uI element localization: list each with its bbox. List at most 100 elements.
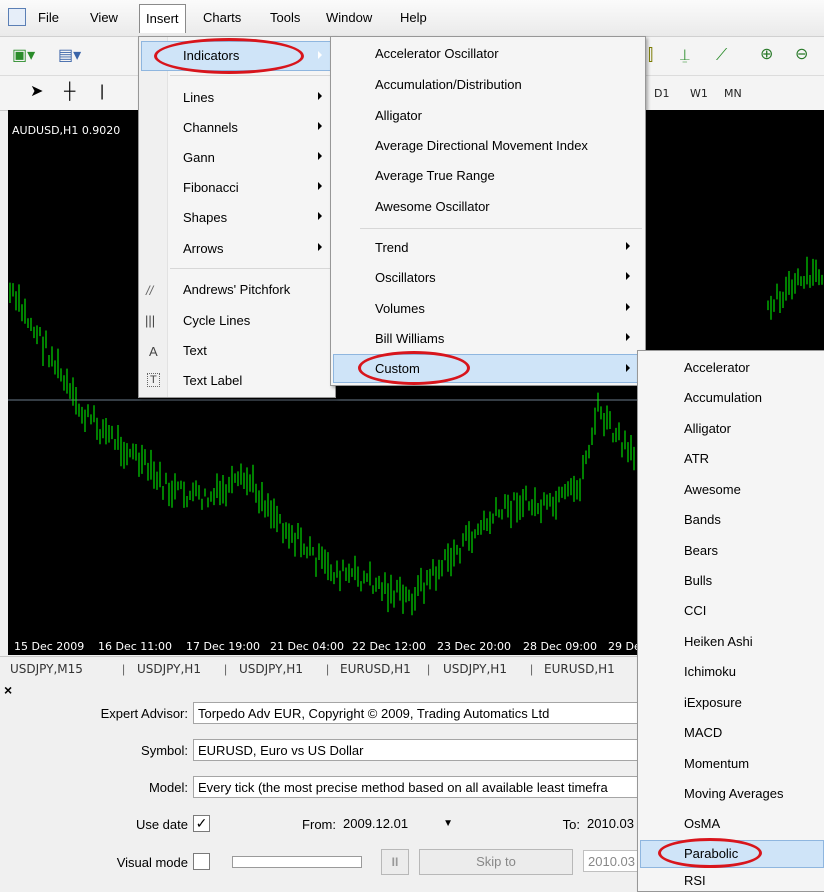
- tab-divider: |: [122, 662, 126, 676]
- menu-item-awesome[interactable]: Awesome: [684, 482, 741, 497]
- menu-item-atr[interactable]: ATR: [684, 451, 709, 466]
- menu-insert[interactable]: Insert: [139, 4, 186, 33]
- menu-item-bands[interactable]: Bands: [684, 512, 721, 527]
- menu-item-accelerator[interactable]: Accelerator: [684, 360, 750, 375]
- pause-button[interactable]: II: [381, 849, 409, 875]
- date-label: 29 De: [608, 640, 641, 653]
- menu-item-bulls[interactable]: Bulls: [684, 573, 712, 588]
- menu-item-volumes[interactable]: Volumes: [375, 301, 425, 316]
- menu-window[interactable]: Window: [326, 10, 372, 25]
- highlight-oval-indicators: [154, 38, 304, 74]
- cursor-icon[interactable]: ➤: [30, 82, 43, 102]
- to-date-picker[interactable]: 2010.03: [583, 813, 639, 835]
- tab-usdjpy-h1[interactable]: USDJPY,H1: [137, 662, 201, 676]
- menu-item-iexposure[interactable]: iExposure: [684, 695, 742, 710]
- skip-to-date-value: 2010.03: [588, 854, 635, 869]
- symbol-select[interactable]: EURUSD, Euro vs US Dollar: [193, 739, 639, 761]
- menu-item-alligator-custom[interactable]: Alligator: [684, 421, 731, 436]
- expert-advisor-select[interactable]: Torpedo Adv EUR, Copyright © 2009, Tradi…: [193, 702, 639, 724]
- menu-item-momentum[interactable]: Momentum: [684, 756, 749, 771]
- menu-item-rsi[interactable]: RSI: [684, 873, 706, 888]
- menu-help[interactable]: Help: [400, 10, 427, 25]
- date-label: 17 Dec 19:00: [186, 640, 260, 653]
- timeframe-d1[interactable]: D1: [654, 87, 669, 100]
- model-select[interactable]: Every tick (the most precise method base…: [193, 776, 639, 798]
- skip-to-date[interactable]: 2010.03: [583, 850, 639, 872]
- menu-item-accumulation-distribution[interactable]: Accumulation/Distribution: [375, 77, 522, 92]
- menu-item-bill-williams[interactable]: Bill Williams: [375, 331, 444, 346]
- symbol-value: EURUSD, Euro vs US Dollar: [198, 743, 364, 758]
- insert-menu: [138, 36, 336, 398]
- menu-item-lines[interactable]: Lines: [183, 90, 214, 105]
- menu-item-alligator[interactable]: Alligator: [375, 108, 422, 123]
- submenu-arrow-icon: [318, 243, 322, 251]
- menu-item-adx[interactable]: Average Directional Movement Index: [375, 138, 588, 153]
- tab-eurusd-h1-2[interactable]: EURUSD,H1: [544, 662, 615, 676]
- menu-item-fibonacci[interactable]: Fibonacci: [183, 180, 239, 195]
- from-date-picker[interactable]: 2009.12.01 ▼: [339, 813, 461, 835]
- use-date-checkbox[interactable]: ✓: [193, 815, 210, 832]
- menu-item-osma[interactable]: OsMA: [684, 816, 720, 831]
- speed-slider[interactable]: [232, 856, 362, 868]
- submenu-arrow-icon: [626, 242, 630, 250]
- menu-item-arrows[interactable]: Arrows: [183, 241, 223, 256]
- zoom-out-icon[interactable]: ⊖: [795, 45, 808, 65]
- vertical-line-icon[interactable]: |: [100, 82, 104, 102]
- menu-item-cci[interactable]: CCI: [684, 603, 706, 618]
- symbol-label: Symbol:: [141, 743, 188, 758]
- submenu-arrow-icon: [318, 51, 322, 59]
- menu-item-macd[interactable]: MACD: [684, 725, 722, 740]
- close-icon[interactable]: ×: [4, 682, 12, 698]
- use-date-label: Use date: [135, 817, 188, 832]
- menu-item-andrews-pitchfork[interactable]: Andrews' Pitchfork: [183, 282, 290, 297]
- timeframe-w1[interactable]: W1: [690, 87, 708, 100]
- bar-chart-icon[interactable]: ⫿: [648, 46, 653, 66]
- menu-item-channels[interactable]: Channels: [183, 120, 238, 135]
- menu-item-text-label[interactable]: Text Label: [183, 373, 242, 388]
- menu-item-text[interactable]: Text: [183, 343, 207, 358]
- menu-item-accelerator-oscillator[interactable]: Accelerator Oscillator: [375, 46, 499, 61]
- timeframe-mn[interactable]: MN: [724, 87, 742, 100]
- zoom-in-icon[interactable]: ⊕: [760, 45, 773, 65]
- tab-usdjpy-h1-3[interactable]: USDJPY,H1: [443, 662, 507, 676]
- submenu-arrow-icon: [626, 272, 630, 280]
- menu-item-ichimoku[interactable]: Ichimoku: [684, 664, 736, 679]
- menu-item-bears[interactable]: Bears: [684, 543, 718, 558]
- cycle-lines-icon: |||: [145, 313, 156, 328]
- menu-item-moving-averages[interactable]: Moving Averages: [684, 786, 784, 801]
- visual-mode-checkbox[interactable]: [193, 853, 210, 870]
- menu-item-heiken-ashi[interactable]: Heiken Ashi: [684, 634, 753, 649]
- tab-usdjpy-m15[interactable]: USDJPY,M15: [10, 662, 83, 676]
- candle-chart-icon[interactable]: ⍊: [680, 46, 690, 66]
- app-icon[interactable]: [8, 8, 26, 26]
- profiles-icon[interactable]: ▤▾: [58, 46, 81, 66]
- check-icon: ✓: [195, 815, 208, 831]
- menu-view[interactable]: View: [90, 10, 118, 25]
- tab-divider: |: [326, 662, 330, 676]
- submenu-arrow-icon: [626, 303, 630, 311]
- new-chart-icon[interactable]: ▣▾: [12, 46, 35, 66]
- tab-usdjpy-h1-2[interactable]: USDJPY,H1: [239, 662, 303, 676]
- menu-item-oscillators[interactable]: Oscillators: [375, 270, 436, 285]
- submenu-arrow-icon: [626, 333, 630, 341]
- menu-item-trend[interactable]: Trend: [375, 240, 408, 255]
- menu-item-gann[interactable]: Gann: [183, 150, 215, 165]
- tab-eurusd-h1[interactable]: EURUSD,H1: [340, 662, 411, 676]
- line-chart-icon[interactable]: ⟋: [716, 46, 727, 66]
- dropdown-arrow-icon[interactable]: ▼: [443, 813, 453, 835]
- text-icon: A: [149, 344, 158, 359]
- tab-divider: |: [427, 662, 431, 676]
- menu-item-average-true-range[interactable]: Average True Range: [375, 168, 495, 183]
- visual-mode-label: Visual mode: [116, 855, 188, 870]
- menu-charts[interactable]: Charts: [203, 10, 241, 25]
- menu-item-awesome-oscillator[interactable]: Awesome Oscillator: [375, 199, 490, 214]
- menu-file[interactable]: File: [38, 10, 59, 25]
- menu-tools[interactable]: Tools: [270, 10, 300, 25]
- skip-to-button[interactable]: Skip to: [419, 849, 573, 875]
- model-label: Model:: [148, 780, 188, 795]
- to-date-value: 2010.03: [587, 816, 634, 831]
- menu-item-cycle-lines[interactable]: Cycle Lines: [183, 313, 250, 328]
- menu-item-accumulation[interactable]: Accumulation: [684, 390, 762, 405]
- menu-item-shapes[interactable]: Shapes: [183, 210, 227, 225]
- crosshair-icon[interactable]: ┼: [64, 82, 75, 102]
